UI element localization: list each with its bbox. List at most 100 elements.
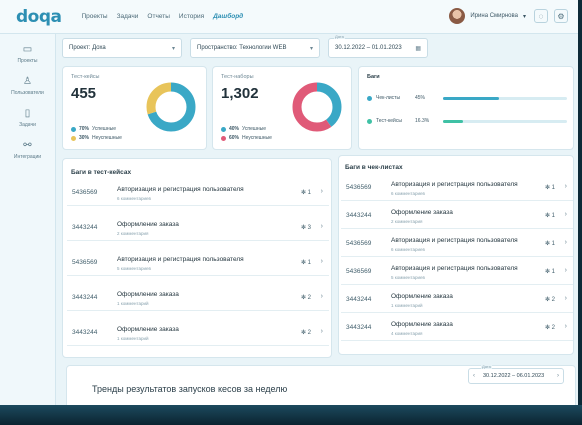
card-label: Баги <box>367 74 380 80</box>
bug-count-value: 1 <box>307 190 311 196</box>
row-title: Авторизация и регистрация пользователя <box>117 256 244 263</box>
row-title: Авторизация и регистрация пользователя <box>391 265 518 272</box>
user-menu[interactable]: Ирина Смирнова ▾ <box>449 8 526 24</box>
sidebar-item-label: Интеграции <box>13 154 42 160</box>
row-title: Оформление заказа <box>391 209 453 216</box>
row-title: Авторизация и регистрация пользователя <box>391 181 518 188</box>
table-row[interactable]: 3443244 Оформление заказа 2 комментария ✻ 1… <box>341 204 573 229</box>
nav-history[interactable]: История <box>179 13 204 20</box>
table-row[interactable]: 5436569 Авторизация и регистрация пользов… <box>341 176 573 201</box>
table-row[interactable]: 3443244 Оформление заказа 4 комментария ✻ 2… <box>341 316 573 341</box>
testcases-count: 455 <box>71 85 97 102</box>
table-row[interactable]: 3443244 Оформление заказа 2 комментария ✻ 3… <box>67 216 329 241</box>
settings-icon[interactable]: ⚙ <box>554 9 568 23</box>
chevron-right-icon[interactable]: › <box>565 239 567 246</box>
bug-count: ✻ 3 <box>301 224 311 231</box>
row-comments: 2 комментария <box>391 219 423 224</box>
chevron-down-icon: ▾ <box>171 45 175 52</box>
sidebar-item-tasks[interactable]: ▯ Задачи <box>0 108 55 128</box>
chevron-right-icon[interactable]: › <box>565 267 567 274</box>
laptop-frame <box>0 405 582 425</box>
bug-count: ✻ 1 <box>545 240 555 247</box>
bugs-in-testcases-panel: Баги в тест-кейсах 5436569 Авторизация и … <box>62 158 332 358</box>
card-label: Тест-кейсы <box>71 74 100 80</box>
table-row[interactable]: 5436569 Авторизация и регистрация пользов… <box>341 260 573 285</box>
bug-pct: 16.3% <box>415 118 430 124</box>
bug-category: Чек-листы <box>376 95 401 101</box>
bug-count-value: 2 <box>307 295 311 301</box>
nav-tasks[interactable]: Задачи <box>117 13 139 20</box>
space-select[interactable]: Пространство: Технологии WEB ▾ <box>190 38 320 58</box>
bug-icon: ✻ <box>544 213 552 219</box>
table-row[interactable]: 5436569 Авторизация и регистрация пользов… <box>67 251 329 276</box>
nav-projects[interactable]: Проекты <box>82 13 108 20</box>
app-logo[interactable]: doqa <box>16 7 62 27</box>
chevron-right-icon[interactable]: › <box>321 258 323 265</box>
testcases-legend: 70% Успешные 30% Неуспешные <box>71 123 122 141</box>
chevron-right-icon[interactable]: › <box>321 293 323 300</box>
legend-item: 70% Успешные <box>71 126 122 132</box>
row-title: Авторизация и регистрация пользователя <box>391 237 518 244</box>
bug-count-value: 1 <box>551 213 555 219</box>
row-title: Оформление заказа <box>117 326 179 333</box>
trends-date-input[interactable]: ‹ Дата 30.12.2022 – 06.01.2023 › <box>468 364 564 384</box>
chevron-right-icon[interactable]: › <box>565 211 567 218</box>
chevron-right-icon[interactable]: › <box>557 373 559 379</box>
row-id: 3443244 <box>346 212 372 219</box>
trends-date-value: 30.12.2022 – 06.01.2023 <box>483 373 545 379</box>
nav-reports[interactable]: Отчеты <box>147 13 169 20</box>
chevron-right-icon[interactable]: › <box>565 295 567 302</box>
bug-icon: ✻ <box>300 330 308 336</box>
chevron-down-icon: ▾ <box>522 13 526 20</box>
testcases-donut <box>146 82 196 132</box>
legend-dot <box>221 126 226 132</box>
sidebar-item-users[interactable]: ♙ Пользователи <box>0 76 55 96</box>
bug-category: Тест-кейсы <box>376 118 402 124</box>
date-range-label: Дата <box>334 34 345 39</box>
chevron-right-icon[interactable]: › <box>321 223 323 230</box>
chevron-right-icon[interactable]: › <box>565 183 567 190</box>
bug-count-value: 2 <box>551 297 555 303</box>
link-icon: ⚯ <box>23 140 32 151</box>
screen: doqa Проекты Задачи Отчеты История Дашбо… <box>0 0 582 412</box>
legend-text: Успешные <box>242 126 266 132</box>
project-select[interactable]: Проект: Доха ▾ <box>62 38 182 58</box>
sidebar-item-integrations[interactable]: ⚯ Интеграции <box>0 140 55 160</box>
date-range-input[interactable]: Дата 30.12.2022 – 01.01.2023 ▦ <box>328 34 428 58</box>
bug-icon: ✻ <box>544 325 552 331</box>
row-comments: 2 комментария <box>117 231 149 236</box>
bug-row-testcases: Тест-кейсы 16.3% <box>367 117 567 129</box>
legend-item: 30% Неуспешные <box>71 135 122 141</box>
table-row[interactable]: 5436569 Авторизация и регистрация пользов… <box>67 181 329 206</box>
chevron-right-icon[interactable]: › <box>321 188 323 195</box>
row-comments: 6 комментариев <box>391 247 425 252</box>
card-label: Тест-наборы <box>221 74 254 80</box>
table-row[interactable]: 5436569 Авторизация и регистрация пользов… <box>341 232 573 257</box>
testruns-donut <box>292 82 342 132</box>
chevron-right-icon[interactable]: › <box>321 328 323 335</box>
notifications-icon[interactable]: ◌ <box>534 9 548 23</box>
bug-count: ✻ 1 <box>545 212 555 219</box>
row-id: 3443244 <box>72 224 98 231</box>
table-row[interactable]: 3443244 Оформление заказа 1 комментарий ✻ 2… <box>67 321 329 346</box>
bug-icon: ✻ <box>544 297 552 303</box>
row-title: Оформление заказа <box>117 221 179 228</box>
chevron-left-icon[interactable]: ‹ <box>473 373 475 379</box>
table-row[interactable]: 3443244 Оформление заказа 1 комментарий ✻ 2… <box>67 286 329 311</box>
main-nav: Проекты Задачи Отчеты История Дашборд <box>82 13 244 20</box>
bug-progress-bar <box>443 120 567 123</box>
chevron-right-icon[interactable]: › <box>565 323 567 330</box>
sidebar-item-projects[interactable]: ▭ Проекты <box>0 44 55 64</box>
nav-dashboard[interactable]: Дашборд <box>213 13 243 20</box>
table-row[interactable]: 3443244 Оформление заказа 1 комментарий ✻ 2… <box>341 288 573 313</box>
avatar <box>449 8 466 24</box>
legend-pct: 30% <box>79 135 90 141</box>
row-comments: 1 комментарий <box>391 303 423 308</box>
legend-pct: 40% <box>229 126 240 132</box>
bug-progress-fill <box>443 120 464 123</box>
legend-dot <box>71 135 76 141</box>
bug-icon: ✻ <box>300 190 308 196</box>
project-select-value: Проект: Доха <box>69 45 106 51</box>
trends-date-label: Дата <box>481 364 492 369</box>
top-bar: doqa Проекты Задачи Отчеты История Дашбо… <box>0 0 578 34</box>
